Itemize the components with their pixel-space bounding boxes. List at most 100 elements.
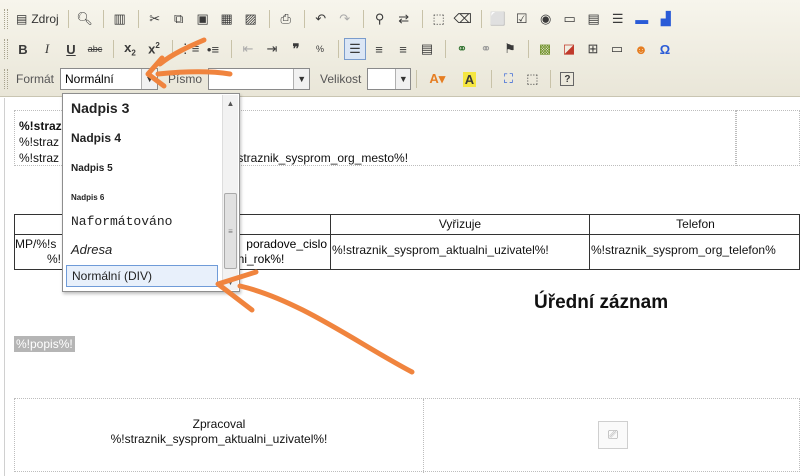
- chevron-down-icon[interactable]: ▼: [141, 69, 158, 89]
- outdent-button[interactable]: ⇤: [237, 38, 259, 60]
- scrollbar-thumb[interactable]: ≡: [224, 193, 237, 269]
- smiley-icon: ☻: [634, 41, 648, 57]
- dropdown-scrollbar[interactable]: ▲ ≡ ▼: [222, 95, 238, 290]
- replace-button[interactable]: ⇄: [393, 8, 415, 30]
- scroll-up-icon[interactable]: ▲: [223, 96, 238, 110]
- remove-format-button[interactable]: ⌫: [452, 8, 474, 30]
- flash-button[interactable]: ◪: [558, 38, 580, 60]
- dropdown-item-h4[interactable]: Nadpis 4: [66, 128, 218, 148]
- bulleted-list-button[interactable]: •≡: [202, 38, 224, 60]
- chevron-down-icon[interactable]: ▼: [293, 69, 310, 89]
- align-justify-button[interactable]: ▤: [416, 38, 438, 60]
- align-right-button[interactable]: ≡: [392, 38, 414, 60]
- show-blocks-button[interactable]: ⬚: [521, 68, 543, 90]
- blockquote-button[interactable]: ❞: [285, 38, 307, 60]
- toolbar-separator: [67, 10, 69, 28]
- dropdown-item-h6[interactable]: Nadpis 6: [66, 190, 218, 206]
- bg-color-button[interactable]: A: [454, 68, 484, 90]
- horizontal-rule-button[interactable]: ▭: [606, 38, 628, 60]
- source-button[interactable]: ▤ Zdroj: [12, 8, 63, 30]
- link-icon: ⚭: [456, 41, 468, 56]
- toolbar-grip[interactable]: [4, 39, 8, 59]
- eraser-icon: ⌫: [453, 11, 472, 26]
- table-button[interactable]: ⊞: [582, 38, 604, 60]
- align-left-button[interactable]: ☰: [344, 38, 366, 60]
- anchor-button[interactable]: ⚑: [499, 38, 521, 60]
- unlink-button[interactable]: ⚭: [475, 38, 497, 60]
- subscript-button[interactable]: x2: [119, 38, 141, 60]
- paste-word-button[interactable]: ▨: [240, 8, 262, 30]
- div-button[interactable]: %: [309, 38, 331, 60]
- smiley-button[interactable]: ☻: [630, 38, 652, 60]
- about-button[interactable]: ?: [556, 68, 578, 90]
- dropdown-item-h5[interactable]: Nadpis 5: [66, 160, 218, 178]
- undo-button[interactable]: ↶: [310, 8, 332, 30]
- address-line-3: %!straz: [19, 151, 60, 165]
- textfield-button[interactable]: ▭: [559, 8, 581, 30]
- print-icon: ⎙: [280, 11, 291, 26]
- editor-toolbar: ▤ Zdroj 🔍︎ ▥ ✂ ⧉ ▣ ▦ ▨ ⎙ ↶ ↷ ⚲ ⇄ ⬚ ⌫ ⬜ ☑…: [0, 0, 800, 97]
- horizontal-rule-icon: ▭: [610, 41, 624, 56]
- maximize-button[interactable]: ⛶: [497, 68, 519, 90]
- scroll-down-icon[interactable]: ▼: [223, 275, 238, 289]
- link-button[interactable]: ⚭: [451, 38, 473, 60]
- omega-icon: Ω: [659, 41, 671, 57]
- strike-button[interactable]: abc: [84, 38, 106, 60]
- checkbox-button[interactable]: ☑: [511, 8, 533, 30]
- preview-icon: 🔍︎: [76, 11, 93, 26]
- dropdown-item-div[interactable]: Normální (DIV): [66, 265, 218, 287]
- textarea-button[interactable]: ▤: [583, 8, 605, 30]
- signature-block[interactable]: Zpracoval %!straznik_sysprom_aktualni_uz…: [14, 398, 800, 473]
- redo-button[interactable]: ↷: [334, 8, 356, 30]
- signature-divider: [423, 399, 424, 473]
- button-button[interactable]: ▬: [631, 8, 653, 30]
- cut-button[interactable]: ✂: [144, 8, 166, 30]
- radio-button[interactable]: ◉: [535, 8, 557, 30]
- toolbar-separator: [102, 10, 104, 28]
- italic-icon: I: [44, 41, 50, 56]
- numbered-list-button[interactable]: ⋮≡: [178, 38, 200, 60]
- popis-placeholder[interactable]: %!popis%!: [14, 336, 75, 352]
- format-dropdown[interactable]: Nadpis 3 Nadpis 4 Nadpis 5 Nadpis 6 Nafo…: [62, 93, 240, 292]
- indent-button[interactable]: ⇥: [261, 38, 283, 60]
- imagebutton-button[interactable]: ▟: [655, 8, 677, 30]
- paste-text-button[interactable]: ▦: [216, 8, 238, 30]
- bold-icon: B: [18, 41, 28, 57]
- margin-line: [4, 98, 5, 476]
- toolbar-grip[interactable]: [4, 9, 8, 29]
- toolbar-grip[interactable]: [4, 69, 8, 89]
- format-label: Formát: [16, 72, 55, 86]
- address-side-block[interactable]: [736, 110, 800, 166]
- special-char-button[interactable]: Ω: [654, 38, 676, 60]
- preview-button[interactable]: 🔍︎: [74, 8, 96, 30]
- size-combo[interactable]: ▼: [367, 68, 412, 90]
- paste-button[interactable]: ▣: [192, 8, 214, 30]
- table-cell-telefon[interactable]: %!straznik_sysprom_org_telefon%: [590, 235, 800, 269]
- address-line-3-end: !straznik_sysprom_org_mesto%!: [234, 151, 409, 165]
- select-button[interactable]: ☰: [607, 8, 629, 30]
- table-cell-vyrizuje[interactable]: %!straznik_sysprom_aktualni_uzivatel%!: [331, 235, 590, 269]
- dropdown-item-pre[interactable]: Naformátováno: [66, 212, 218, 232]
- form-button[interactable]: ⬜: [487, 8, 509, 30]
- copy-button[interactable]: ⧉: [168, 8, 190, 30]
- toolbar-separator: [421, 10, 423, 28]
- align-center-button[interactable]: ≡: [368, 38, 390, 60]
- chevron-down-icon[interactable]: ▼: [395, 69, 411, 89]
- underline-button[interactable]: U: [60, 38, 82, 60]
- image-button[interactable]: ▩: [534, 38, 556, 60]
- format-combo[interactable]: Normální ▼: [60, 68, 159, 90]
- find-icon: ⚲: [374, 11, 385, 26]
- italic-button[interactable]: I: [36, 38, 58, 60]
- select-all-button[interactable]: ⬚: [428, 8, 450, 30]
- font-combo[interactable]: ▼: [208, 68, 311, 90]
- image-placeholder-icon[interactable]: ⎚: [598, 421, 628, 449]
- find-button[interactable]: ⚲: [369, 8, 391, 30]
- superscript-button[interactable]: x2: [143, 38, 165, 60]
- anchor-flag-icon: ⚑: [504, 41, 516, 56]
- dropdown-item-h3[interactable]: Nadpis 3: [66, 98, 218, 118]
- print-button[interactable]: ⎙: [275, 8, 297, 30]
- bold-button[interactable]: B: [12, 38, 34, 60]
- templates-button[interactable]: ▥: [109, 8, 131, 30]
- dropdown-item-address[interactable]: Adresa: [66, 240, 218, 260]
- text-color-button[interactable]: A▾: [422, 68, 452, 90]
